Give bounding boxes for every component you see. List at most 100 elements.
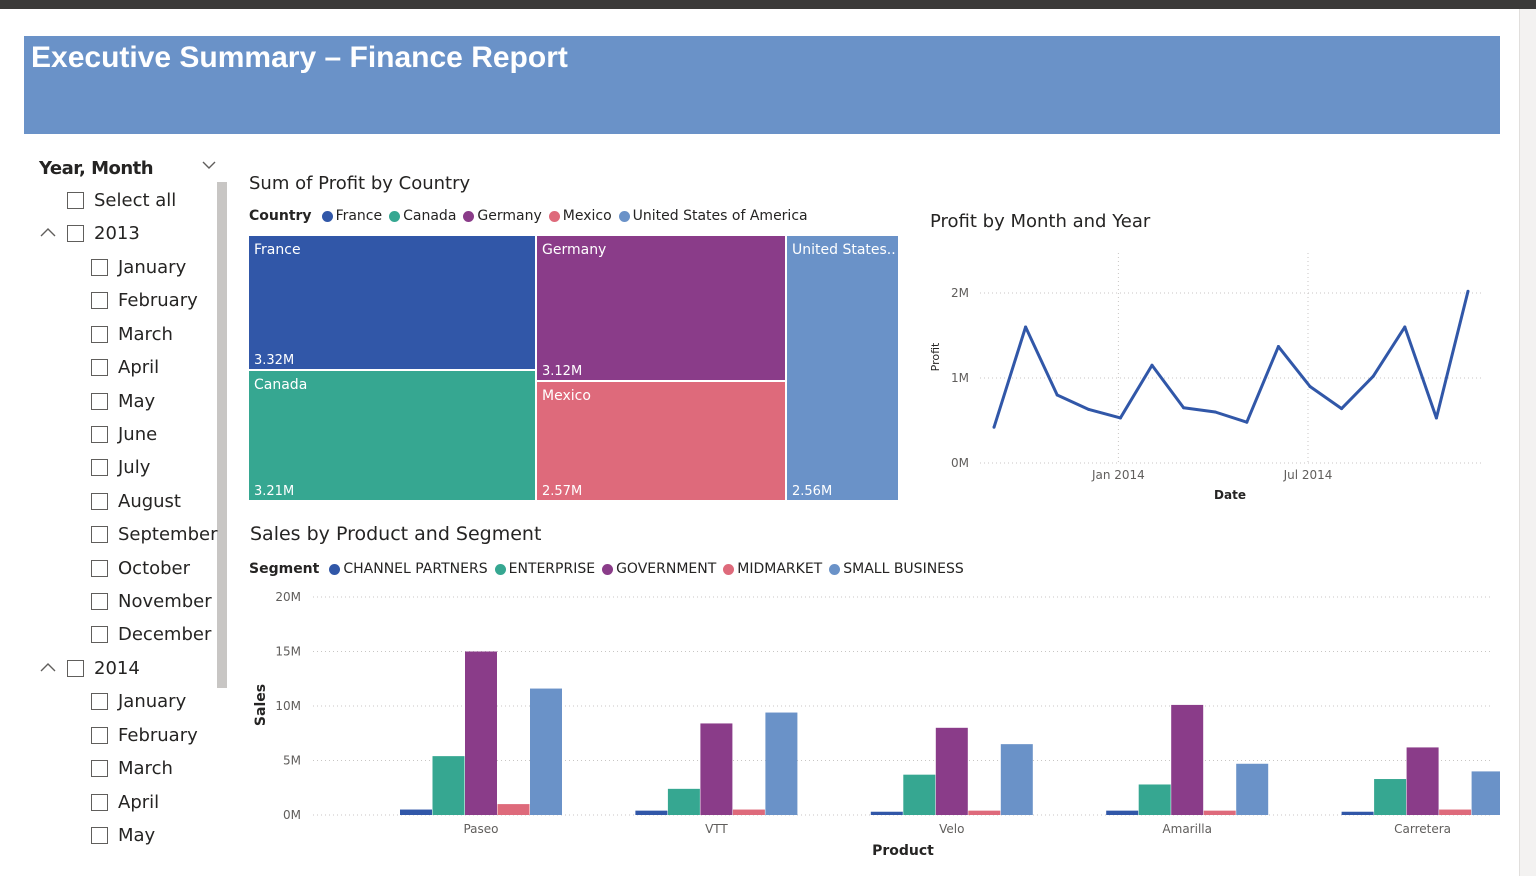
profit-point [1150, 363, 1154, 367]
slicer-month-item[interactable]: August [91, 489, 181, 513]
legend-item[interactable]: ENTERPRISE [494, 561, 595, 577]
bar-carretera-enterprise [1374, 779, 1407, 815]
legend-item[interactable]: Mexico [548, 208, 612, 224]
y-axis-title: Profit [929, 342, 942, 371]
slicer-month-item[interactable]: September [91, 522, 218, 546]
checkbox[interactable] [91, 358, 108, 376]
bar-vtt-midmarket [732, 809, 765, 815]
bar-paseo-government [465, 651, 497, 815]
treemap-tile-germany[interactable]: Germany 3.12M [537, 236, 785, 380]
slicer-year-2014[interactable]: 2014 [67, 656, 140, 680]
checkbox[interactable] [91, 726, 108, 744]
checkbox[interactable] [91, 392, 108, 410]
month-label: May [118, 824, 156, 846]
slicer-month-item[interactable]: July [91, 455, 150, 479]
chevron-down-icon[interactable] [201, 158, 217, 172]
slicer-month-item[interactable]: March [91, 322, 173, 346]
checkbox[interactable] [91, 458, 108, 476]
legend-title: Segment [249, 561, 320, 577]
slicer-year-2013[interactable]: 2013 [67, 221, 140, 245]
profit-point [1371, 374, 1375, 378]
checkbox[interactable] [67, 659, 84, 677]
slicer-scrollbar-thumb[interactable] [217, 182, 227, 688]
slicer-month-item[interactable]: June [91, 422, 157, 446]
checkbox[interactable] [91, 826, 108, 844]
y-tick-label: 2M [951, 286, 969, 300]
slicer-month-item[interactable]: May [91, 389, 155, 413]
checkbox[interactable] [91, 425, 108, 443]
slicer-month-item[interactable]: April [91, 790, 159, 814]
checkbox[interactable] [91, 592, 108, 610]
treemap-title: Sum of Profit by Country [249, 173, 471, 194]
legend-item[interactable]: CHANNEL PARTNERS [329, 561, 488, 577]
legend-item[interactable]: Germany [463, 208, 542, 224]
line-chart-title: Profit by Month and Year [930, 211, 1151, 232]
slicer-month-item[interactable]: October [91, 556, 190, 580]
legend-label: Germany [477, 208, 542, 224]
slicer-month-item[interactable]: December [91, 622, 211, 646]
chevron-up-icon[interactable] [39, 226, 57, 238]
legend-item[interactable]: GOVERNMENT [602, 561, 716, 577]
bar-chart-title: Sales by Product and Segment [250, 523, 542, 545]
y-tick-label: 1M [951, 371, 969, 385]
legend-item[interactable]: France [321, 208, 382, 224]
bar-carretera-midmarket [1439, 809, 1472, 815]
treemap-tile-usa[interactable]: United States... 2.56M [787, 236, 898, 500]
checkbox[interactable] [67, 191, 84, 209]
x-tick-label: Carretera [1394, 822, 1451, 836]
bar-vtt-channel-partners [635, 810, 668, 815]
bar-paseo-enterprise [432, 756, 465, 815]
slicer-month-item[interactable]: November [91, 589, 212, 613]
month-label: February [118, 289, 198, 311]
y-tick-label: 5M [283, 754, 301, 768]
treemap-tile-france[interactable]: France 3.32M [249, 236, 535, 369]
bar-carretera-channel-partners [1341, 811, 1374, 815]
bar-amarilla-enterprise [1138, 784, 1171, 815]
checkbox[interactable] [91, 291, 108, 309]
checkbox[interactable] [91, 692, 108, 710]
slicer-select-all[interactable]: Select all [67, 188, 176, 212]
slicer-month-item[interactable]: February [91, 723, 198, 747]
treemap-legend: Country France Canada Germany Mexico Uni… [249, 208, 815, 224]
checkbox[interactable] [91, 559, 108, 577]
checkbox[interactable] [91, 759, 108, 777]
slicer-month-item[interactable]: January [91, 689, 186, 713]
legend-title: Country [249, 208, 312, 224]
checkbox[interactable] [91, 793, 108, 811]
checkbox[interactable] [91, 325, 108, 343]
bar-vtt-enterprise [667, 788, 700, 815]
sales-bar-chart[interactable]: 0M 5M 10M 15M 20M Paseo VTT Velo Amarilla Carrete… [245, 585, 1500, 870]
slicer-month-item[interactable]: March [91, 756, 173, 780]
profit-point [992, 425, 996, 429]
slicer-month-item[interactable]: January [91, 255, 186, 279]
legend-item[interactable]: United States of America [618, 208, 808, 224]
checkbox[interactable] [91, 492, 108, 510]
profit-line-chart[interactable]: 0M 1M 2M Jan 2014 Jul 2014 Date Profit [920, 245, 1500, 510]
legend-dot [618, 210, 630, 222]
y-tick-label: 15M [275, 645, 301, 659]
chevron-up-icon[interactable] [39, 661, 57, 673]
legend-item[interactable]: MIDMARKET [723, 561, 822, 577]
treemap-tile-mexico[interactable]: Mexico 2.57M [537, 382, 785, 500]
profit-series-line [992, 290, 1470, 428]
bar-velo-small-business [1000, 744, 1033, 815]
bar-paseo-channel-partners [400, 809, 432, 815]
y-tick-label: 20M [275, 590, 301, 604]
tile-name: Mexico [542, 388, 591, 404]
right-scrollbar[interactable] [1519, 9, 1536, 876]
treemap-tile-canada[interactable]: Canada 3.21M [249, 371, 535, 500]
checkbox[interactable] [91, 258, 108, 276]
month-label: April [118, 356, 160, 378]
legend-item[interactable]: Canada [389, 208, 456, 224]
legend-item[interactable]: SMALL BUSINESS [829, 561, 964, 577]
checkbox[interactable] [91, 525, 108, 543]
slicer-month-item[interactable]: February [91, 288, 198, 312]
legend-dot [321, 210, 333, 222]
month-label: May [118, 390, 156, 412]
tile-value: 3.21M [254, 484, 295, 499]
checkbox[interactable] [91, 625, 108, 643]
checkbox[interactable] [67, 224, 84, 242]
slicer-month-item[interactable]: April [91, 355, 159, 379]
tile-value: 3.12M [542, 364, 583, 379]
slicer-month-item[interactable]: May [91, 823, 155, 847]
